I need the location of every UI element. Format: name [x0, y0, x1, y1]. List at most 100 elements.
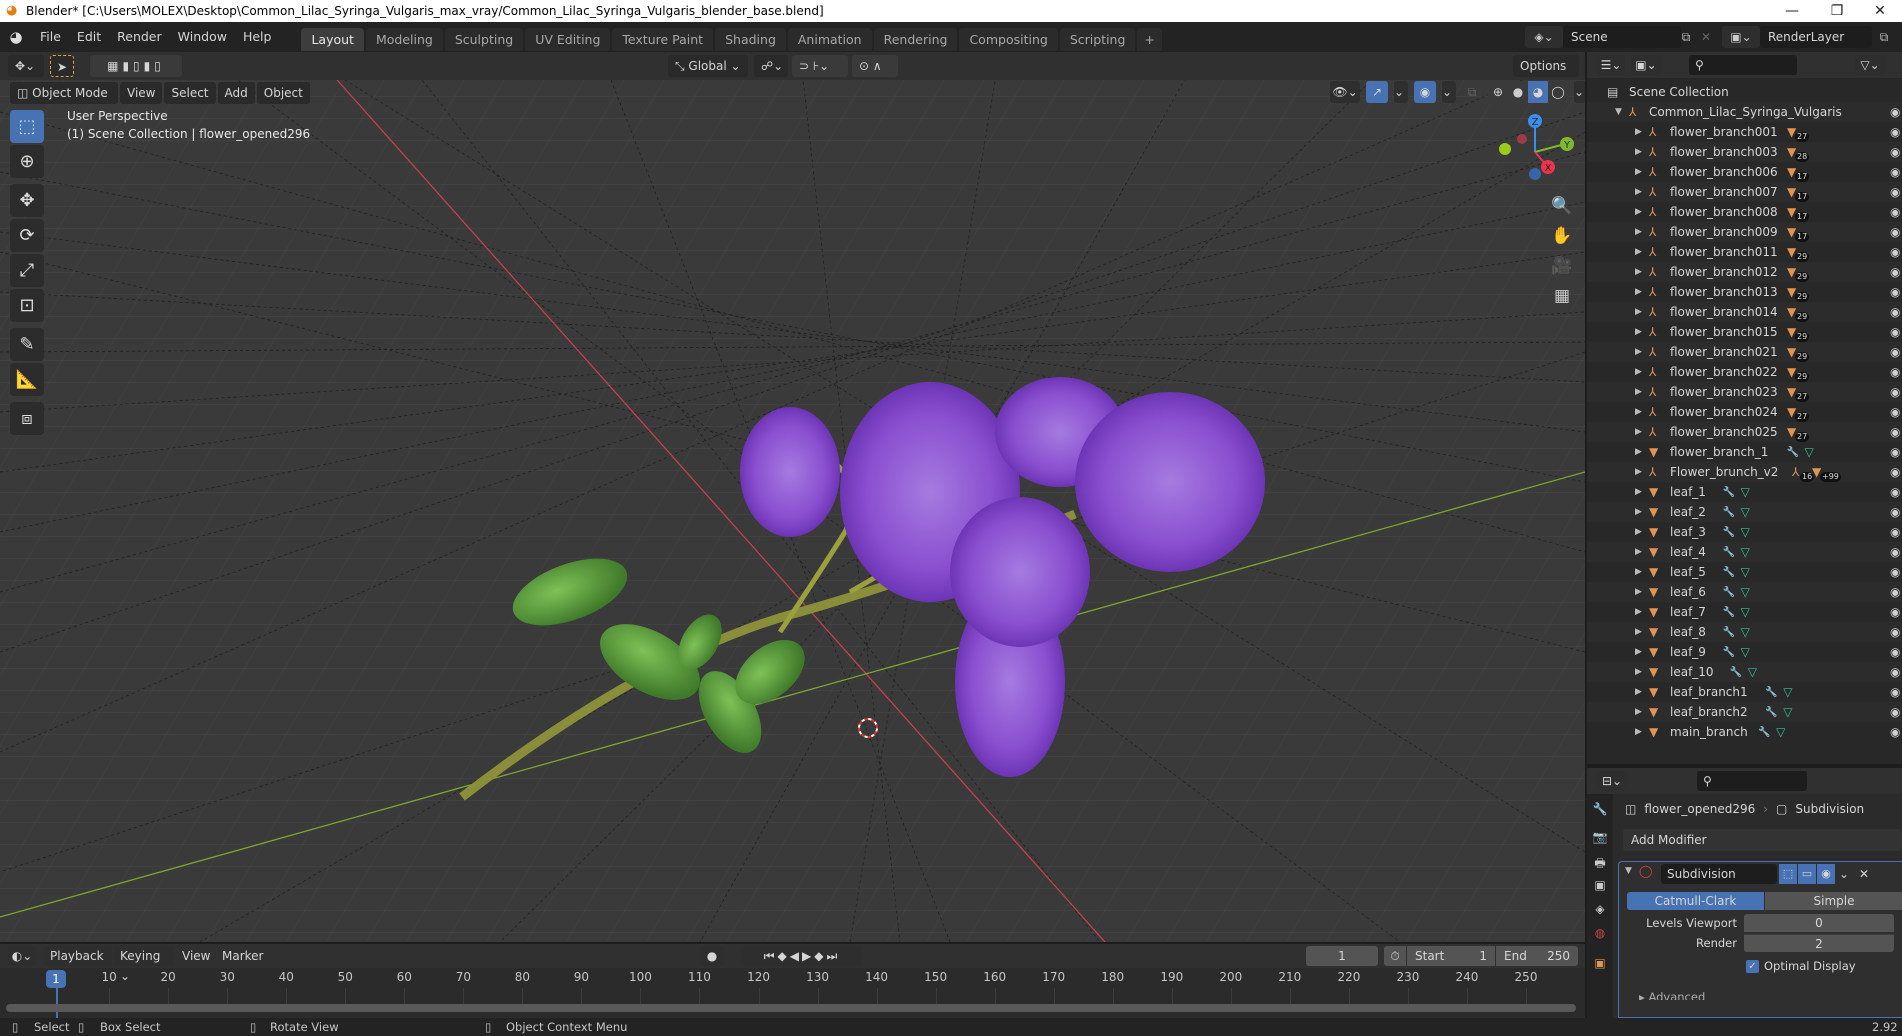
expand-triangle-icon[interactable]: ▶ [1635, 207, 1642, 217]
properties-search-input[interactable]: ⚲ [1697, 771, 1807, 791]
mesh-data-icon[interactable]: ▽ [1805, 445, 1814, 459]
render-toggle-icon[interactable]: ◉ [1817, 864, 1835, 884]
pan-view-icon[interactable]: ✋ [1548, 222, 1576, 250]
menu-file[interactable]: File [32, 22, 69, 52]
expand-triangle-icon[interactable]: ▶ [1635, 247, 1642, 257]
output-tab-icon[interactable]: 🖶 [1590, 854, 1610, 874]
menu-object[interactable]: Object [256, 82, 310, 104]
outliner-item[interactable]: ▶ ▼ leaf_1 🔧 ▽ ◉ [1587, 482, 1902, 502]
mesh-data-icon[interactable]: ▽ [1741, 625, 1750, 639]
outliner-item[interactable]: ▶ ▼ leaf_branch2 🔧 ▽ ◉ [1587, 702, 1902, 722]
visibility-eye-icon[interactable]: ◉ [1890, 185, 1900, 199]
modifier-wrench-icon[interactable]: 🔧 [1723, 487, 1735, 498]
menu-edit[interactable]: Edit [69, 22, 109, 52]
visibility-eye-icon[interactable]: ◉ [1890, 525, 1900, 539]
simple-button[interactable]: Simple [1765, 892, 1902, 910]
outliner-item[interactable]: ▶ ▼ leaf_3 🔧 ▽ ◉ [1587, 522, 1902, 542]
outliner-item[interactable]: ▶ ⅄ flower_branch022 ▼ 29 ◉ [1587, 362, 1902, 382]
advanced-subpanel[interactable]: ▸ Advanced [1639, 990, 1705, 1000]
expand-triangle-icon[interactable]: ▶ [1635, 727, 1642, 737]
outliner-item[interactable]: ▶ ▼ leaf_8 🔧 ▽ ◉ [1587, 622, 1902, 642]
visibility-eye-icon[interactable]: ◉ [1890, 265, 1900, 279]
gizmo-neg-x[interactable] [1517, 134, 1527, 144]
modifier-dropdown-icon[interactable]: ⌄ [1837, 864, 1851, 884]
pivot-point-icon[interactable]: ☍⌄ [754, 55, 788, 77]
expand-triangle-icon[interactable]: ▶ [1635, 647, 1642, 657]
expand-triangle-icon[interactable]: ▶ [1635, 487, 1642, 497]
modifier-wrench-icon[interactable]: 🔧 [1730, 667, 1742, 678]
view-layer-name-field[interactable]: RenderLayer [1760, 26, 1872, 48]
modifier-name-field[interactable]: Subdivision [1661, 864, 1777, 884]
visibility-eye-icon[interactable]: ◉ [1890, 725, 1900, 739]
overlays-toggle-icon[interactable]: ◉ [1414, 81, 1436, 103]
catmull-clark-button[interactable]: Catmull-Clark [1627, 892, 1764, 910]
solid-shading-icon[interactable]: ● [1508, 81, 1528, 103]
outliner-item[interactable]: ▶ ⅄ flower_branch008 ▼ 17 ◉ [1587, 202, 1902, 222]
modifier-wrench-icon[interactable]: 🔧 [1723, 547, 1735, 558]
outliner-item[interactable]: ▶ ⅄ flower_branch006 ▼ 17 ◉ [1587, 162, 1902, 182]
visibility-eye-icon[interactable]: ◉ [1890, 625, 1900, 639]
gizmo-neg-z[interactable] [1529, 168, 1541, 180]
outliner-item[interactable]: ▶ ⅄ flower_branch024 ▼ 27 ◉ [1587, 402, 1902, 422]
visibility-eye-icon[interactable]: ◉ [1890, 545, 1900, 559]
tool-tab-icon[interactable]: 🔧 [1590, 802, 1610, 822]
measure-tool-icon[interactable]: 📐 [10, 363, 44, 396]
outliner-item[interactable]: ▶ ▼ leaf_10 🔧 ▽ ◉ [1587, 662, 1902, 682]
outliner-item[interactable]: ▶ ⅄ flower_branch013 ▼ 29 ◉ [1587, 282, 1902, 302]
proportional-edit-icon[interactable]: ⊙ ∧ [852, 55, 898, 77]
expand-triangle-icon[interactable]: ▶ [1635, 287, 1642, 297]
outliner-item[interactable]: ▶ ▼ leaf_branch1 🔧 ▽ ◉ [1587, 682, 1902, 702]
remove-modifier-icon[interactable]: ✕ [1857, 864, 1871, 884]
orthographic-toggle-icon[interactable]: ▦ [1548, 282, 1576, 310]
outliner-item[interactable]: ▶ ⅄ flower_branch014 ▼ 29 ◉ [1587, 302, 1902, 322]
expand-triangle-icon[interactable]: ▶ [1635, 427, 1642, 437]
visibility-eye-icon[interactable]: ◉ [1890, 665, 1900, 679]
visibility-icon[interactable]: 👁⌄ [1330, 81, 1360, 103]
zoom-view-icon[interactable]: 🔍 [1548, 192, 1576, 220]
mesh-data-icon[interactable]: ▽ [1741, 605, 1750, 619]
outliner-item[interactable]: ▶ ⅄ flower_branch025 ▼ 27 ◉ [1587, 422, 1902, 442]
expand-triangle-icon[interactable]: ▶ [1635, 187, 1642, 197]
outliner-item[interactable]: ▶ ⅄ flower_branch015 ▼ 29 ◉ [1587, 322, 1902, 342]
visibility-eye-icon[interactable]: ◉ [1890, 605, 1900, 619]
transform-tool-icon[interactable]: ⊡ [10, 289, 44, 322]
expand-triangle-icon[interactable]: ▶ [1635, 667, 1642, 677]
tab-shading[interactable]: Shading [715, 28, 786, 51]
expand-triangle-icon[interactable]: ▶ [1635, 127, 1642, 137]
visibility-eye-icon[interactable]: ◉ [1890, 345, 1900, 359]
tab-layout[interactable]: Layout [301, 28, 364, 51]
expand-triangle-icon[interactable]: ▶ [1635, 407, 1642, 417]
outliner-item[interactable]: ▶ ⅄ flower_branch021 ▼ 29 ◉ [1587, 342, 1902, 362]
gizmo-toggle-icon[interactable]: ↗ [1366, 81, 1388, 103]
visibility-eye-icon[interactable]: ◉ [1890, 365, 1900, 379]
object-tab-icon[interactable]: ▣ [1590, 956, 1610, 976]
visibility-eye-icon[interactable]: ◉ [1890, 145, 1900, 159]
visibility-eye-icon[interactable]: ◉ [1890, 125, 1900, 139]
expand-triangle-icon[interactable]: ▶ [1635, 587, 1642, 597]
options-dropdown[interactable]: Options ⌄ [1513, 55, 1579, 95]
mesh-data-icon[interactable]: ▽ [1748, 665, 1757, 679]
camera-view-icon[interactable]: 🎥 [1548, 252, 1576, 280]
tab-modeling[interactable]: Modeling [365, 28, 443, 51]
snap-icon[interactable]: ⊃ ⊦⌄ [792, 55, 848, 77]
expand-triangle-icon[interactable]: ▶ [1635, 607, 1642, 617]
expand-triangle-icon[interactable]: ▶ [1635, 547, 1642, 557]
expand-triangle-icon[interactable]: ▶ [1635, 267, 1642, 277]
select-box-tool-icon[interactable]: ⬚ [10, 110, 44, 143]
modifier-collapse-icon[interactable]: ▼ [1625, 866, 1632, 876]
mesh-data-icon[interactable]: ▽ [1783, 685, 1792, 699]
visibility-eye-icon[interactable]: ◉ [1890, 105, 1900, 119]
visibility-eye-icon[interactable]: ◉ [1890, 305, 1900, 319]
outliner-item[interactable]: ▶ ▼ leaf_6 🔧 ▽ ◉ [1587, 582, 1902, 602]
visibility-eye-icon[interactable]: ◉ [1890, 465, 1900, 479]
tab-uv-editing[interactable]: UV Editing [525, 28, 611, 51]
mesh-data-icon[interactable]: ▽ [1783, 705, 1792, 719]
3d-viewport[interactable]: ✥⌄ ➤ ▦▮▯▮▯ ⤡ Global ⌄ ☍⌄ ⊃ ⊦⌄ ⊙ ∧ Option… [0, 52, 1585, 942]
wireframe-shading-icon[interactable]: ⊕ [1488, 81, 1508, 103]
cursor-tool-icon[interactable]: ⊕ [10, 145, 44, 178]
visibility-eye-icon[interactable]: ◉ [1890, 405, 1900, 419]
tab-texture-paint[interactable]: Texture Paint [612, 28, 714, 51]
shading-dropdown[interactable]: ⌄ [1574, 81, 1585, 103]
outliner-item[interactable]: ▶ ▼ leaf_4 🔧 ▽ ◉ [1587, 542, 1902, 562]
mesh-data-icon[interactable]: ▽ [1741, 545, 1750, 559]
